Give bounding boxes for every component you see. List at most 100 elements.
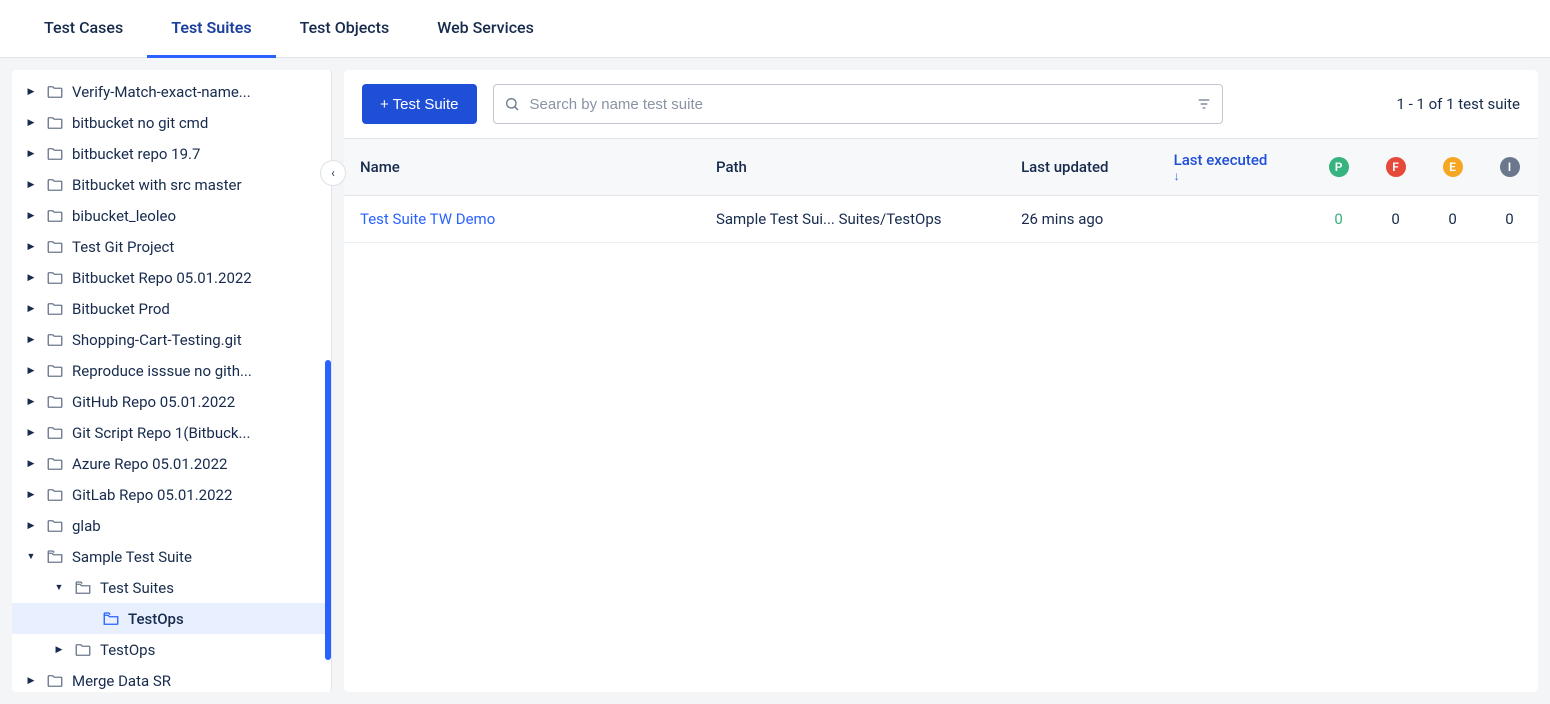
pagination-label: 1 - 1 of 1 test suite (1396, 95, 1520, 113)
tree-item[interactable]: TestOps (12, 603, 331, 634)
tree-item-label: Sample Test Suite (72, 548, 192, 566)
col-error[interactable]: E (1424, 139, 1481, 196)
tab-web-services[interactable]: Web Services (413, 0, 558, 58)
tree-item-label: Shopping-Cart-Testing.git (72, 331, 242, 349)
filter-icon[interactable] (1196, 96, 1212, 112)
col-fail[interactable]: F (1367, 139, 1424, 196)
content-panel: + Test Suite 1 - 1 of 1 test suite Name … (344, 70, 1538, 692)
tree-item[interactable]: ▶ Reproduce isssue no gith... (12, 355, 331, 386)
tree-item[interactable]: ▶ Git Script Repo 1(Bitbuck... (12, 417, 331, 448)
tree-item[interactable]: ▼ Sample Test Suite (12, 541, 331, 572)
caret-down-icon[interactable]: ▼ (24, 551, 38, 562)
cell-name[interactable]: Test Suite TW Demo (344, 196, 700, 243)
folder-icon (46, 300, 64, 318)
caret-right-icon[interactable]: ▶ (24, 118, 38, 128)
workspace: ▶ Verify-Match-exact-name... ▶ bitbucket no… (0, 58, 1550, 704)
caret-right-icon[interactable]: ▶ (24, 459, 38, 469)
tree-item-label: Bitbucket Prod (72, 300, 170, 318)
tree-item[interactable]: ▶ bitbucket repo 19.7 (12, 138, 331, 169)
pass-badge-icon: P (1329, 157, 1349, 177)
tree-item[interactable]: ▶Azure Repo 05.01.2022 (12, 448, 331, 479)
tree-item-label: glab (72, 517, 101, 535)
tree-item[interactable]: ▶GitLab Repo 05.01.2022 (12, 479, 331, 510)
scrollbar-thumb[interactable] (325, 360, 331, 660)
caret-right-icon[interactable]: ▶ (24, 490, 38, 500)
tree-item[interactable]: ▶Merge Data SR (12, 665, 331, 692)
folder-icon (46, 207, 64, 225)
folder-icon (46, 672, 64, 690)
tree-item[interactable]: ▶ Test Git Project (12, 231, 331, 262)
caret-right-icon[interactable]: ▶ (24, 304, 38, 314)
sidebar-collapse-button[interactable]: ‹ (320, 160, 346, 186)
tree-item[interactable]: ▶ Verify-Match-exact-name... (12, 76, 331, 107)
folder-icon (46, 455, 64, 473)
tree-item-label: bitbucket repo 19.7 (72, 145, 200, 163)
folder-icon (46, 269, 64, 287)
table-row[interactable]: Test Suite TW DemoSample Test Sui... Sui… (344, 196, 1538, 243)
tree-item-label: GitHub Repo 05.01.2022 (72, 393, 235, 411)
cell-last-executed (1158, 196, 1311, 243)
tree-item[interactable]: ▶bibucket_leoleo (12, 200, 331, 231)
cell-fail: 0 (1367, 196, 1424, 243)
caret-right-icon[interactable]: ▶ (24, 397, 38, 407)
caret-right-icon[interactable]: ▶ (24, 87, 38, 97)
caret-right-icon[interactable]: ▶ (24, 242, 38, 252)
col-pass[interactable]: P (1310, 139, 1367, 196)
folder-icon (46, 424, 64, 442)
folder-icon (46, 517, 64, 535)
search-input[interactable] (530, 96, 1186, 113)
tab-test-objects[interactable]: Test Objects (276, 0, 414, 58)
col-last-executed[interactable]: Last executed ↓ (1158, 139, 1311, 196)
col-last-updated[interactable]: Last updated (1005, 139, 1158, 196)
tree-item-label: bitbucket no git cmd (72, 114, 208, 132)
folder-open-icon (102, 610, 120, 628)
tree-item[interactable]: ▶Bitbucket with src master (12, 169, 331, 200)
folder-icon (46, 486, 64, 504)
caret-right-icon[interactable]: ▶ (24, 428, 38, 438)
caret-right-icon[interactable]: ▶ (24, 180, 38, 190)
sort-desc-icon: ↓ (1174, 169, 1295, 183)
folder-icon (46, 83, 64, 101)
tree-item-label: Test Suites (100, 579, 174, 597)
chevron-left-icon: ‹ (331, 166, 335, 180)
cell-error: 0 (1424, 196, 1481, 243)
tab-test-suites[interactable]: Test Suites (147, 0, 275, 58)
col-incomplete[interactable]: I (1481, 139, 1538, 196)
tree-item[interactable]: ▶ GitHub Repo 05.01.2022 (12, 386, 331, 417)
caret-right-icon[interactable]: ▶ (24, 366, 38, 376)
folder-icon (46, 362, 64, 380)
col-path[interactable]: Path (700, 139, 1005, 196)
tree-item[interactable]: ▼ Test Suites (12, 572, 331, 603)
caret-right-icon[interactable]: ▶ (24, 335, 38, 345)
tree-item-label: Reproduce isssue no gith... (72, 362, 252, 380)
add-test-suite-button[interactable]: + Test Suite (362, 84, 477, 124)
tree-item[interactable]: ▶ Shopping-Cart-Testing.git (12, 324, 331, 355)
folder-open-icon (74, 579, 92, 597)
tree-item[interactable]: ▶ Bitbucket Prod (12, 293, 331, 324)
folder-icon (46, 331, 64, 349)
tree-item-label: Verify-Match-exact-name... (72, 83, 251, 101)
caret-right-icon[interactable]: ▶ (24, 521, 38, 531)
caret-right-icon[interactable]: ▶ (24, 273, 38, 283)
tree-item[interactable]: ▶ bitbucket no git cmd (12, 107, 331, 138)
tree-item[interactable]: ▶ glab (12, 510, 331, 541)
folder-icon (74, 641, 92, 659)
caret-down-icon[interactable]: ▼ (52, 582, 66, 593)
folder-open-icon (46, 548, 64, 566)
caret-right-icon[interactable]: ▶ (24, 211, 38, 221)
tab-test-cases[interactable]: Test Cases (20, 0, 147, 58)
tree-item-label: Test Git Project (72, 238, 174, 256)
tree-item[interactable]: ▶ TestOps (12, 634, 331, 665)
search-box[interactable] (493, 84, 1223, 124)
tree-item-label: TestOps (100, 641, 155, 659)
folder-icon (46, 238, 64, 256)
caret-right-icon[interactable]: ▶ (52, 645, 66, 655)
col-name[interactable]: Name (344, 139, 700, 196)
tree-item-label: Git Script Repo 1(Bitbuck... (72, 424, 250, 442)
fail-badge-icon: F (1386, 157, 1406, 177)
search-icon (504, 96, 520, 112)
folder-tree-sidebar: ▶ Verify-Match-exact-name... ▶ bitbucket no… (12, 70, 332, 692)
tree-item[interactable]: ▶Bitbucket Repo 05.01.2022 (12, 262, 331, 293)
caret-right-icon[interactable]: ▶ (24, 149, 38, 159)
caret-right-icon[interactable]: ▶ (24, 676, 38, 686)
